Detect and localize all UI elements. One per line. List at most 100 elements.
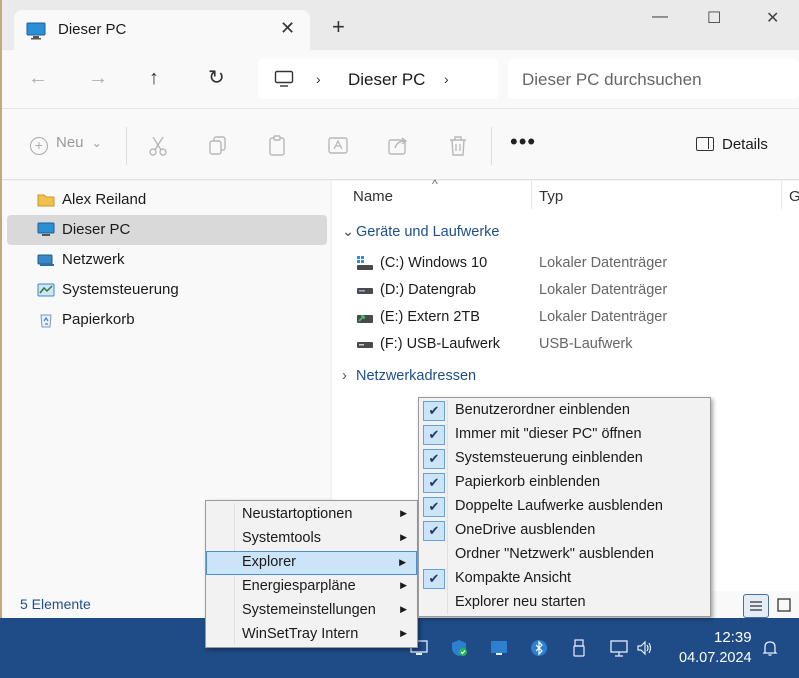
volume-icon[interactable] bbox=[636, 639, 654, 657]
menu-item-label: WinSetTray Intern bbox=[242, 626, 359, 642]
bluetooth-icon[interactable] bbox=[530, 639, 548, 657]
sidebar-item-systemsteuerung[interactable]: Systemsteuerung bbox=[7, 275, 327, 305]
new-button-label: Neu bbox=[56, 134, 84, 151]
command-bar: + Neu ⌄ ••• Details bbox=[2, 108, 799, 180]
menu-item-label: Systemsteuerung einblenden bbox=[455, 450, 643, 466]
sidebar-item-dieser-pc[interactable]: Dieser PC bbox=[7, 215, 327, 245]
address-bar[interactable]: › Dieser PC › bbox=[258, 59, 498, 99]
minimize-button[interactable]: — bbox=[652, 8, 668, 26]
control-panel-icon bbox=[37, 283, 55, 297]
submenu-arrow-icon: ▶ bbox=[400, 604, 407, 614]
tray-context-menu: Neustartoptionen ▶ Systemtools ▶ Explore… bbox=[205, 500, 418, 648]
copy-icon[interactable] bbox=[208, 135, 228, 157]
tab-dieser-pc[interactable]: Dieser PC ✕ bbox=[14, 10, 310, 50]
delete-icon[interactable] bbox=[448, 135, 468, 157]
menu-item-label: Benutzerordner einblenden bbox=[455, 402, 630, 418]
maximize-button[interactable]: ☐ bbox=[707, 8, 721, 28]
group-title: Netzwerkadressen bbox=[356, 368, 477, 384]
defender-shield-icon[interactable] bbox=[450, 639, 468, 657]
paste-icon[interactable] bbox=[268, 135, 288, 157]
list-item[interactable]: (C:) Windows 10 Lokaler Datenträger bbox=[356, 252, 796, 276]
more-options-button[interactable]: ••• bbox=[510, 129, 536, 155]
sidebar-item-alex-reiland[interactable]: Alex Reiland bbox=[7, 185, 327, 215]
list-item[interactable]: (E:) Extern 2TB Lokaler Datenträger bbox=[356, 306, 796, 330]
breadcrumb-chevron-icon[interactable]: › bbox=[444, 71, 449, 87]
details-view-button[interactable] bbox=[743, 594, 769, 618]
menu-item-systemsteuerung[interactable]: ✔ Systemsteuerung einblenden bbox=[419, 447, 710, 471]
chevron-down-icon: ⌄ bbox=[342, 224, 355, 240]
search-placeholder: Dieser PC durchsuchen bbox=[522, 70, 702, 89]
close-button[interactable]: ✕ bbox=[766, 8, 779, 28]
menu-item-winsettray-intern[interactable]: WinSetTray Intern ▶ bbox=[206, 623, 417, 647]
tiles-view-button[interactable] bbox=[772, 594, 798, 618]
sidebar-item-netzwerk[interactable]: Netzwerk bbox=[7, 245, 327, 275]
tab-close-icon[interactable]: ✕ bbox=[280, 18, 295, 39]
usb-eject-icon[interactable] bbox=[570, 639, 588, 657]
cut-icon[interactable] bbox=[148, 135, 168, 157]
menu-item-onedrive[interactable]: ✔ OneDrive ausblenden bbox=[419, 519, 710, 543]
refresh-button[interactable]: ↻ bbox=[208, 68, 225, 88]
list-item[interactable]: (F:) USB-Laufwerk USB-Laufwerk bbox=[356, 333, 796, 357]
column-header-groesse[interactable]: Gr bbox=[789, 188, 799, 205]
computer-icon bbox=[26, 22, 46, 40]
drive-type: USB-Laufwerk bbox=[539, 336, 633, 352]
column-header-name[interactable]: Name bbox=[353, 188, 393, 205]
checkmark-icon: ✔ bbox=[423, 569, 445, 589]
breadcrumb-dieser-pc[interactable]: Dieser PC bbox=[348, 70, 425, 90]
recycle-bin-icon bbox=[40, 314, 52, 328]
app-tray-icon[interactable] bbox=[490, 639, 508, 657]
toolbar-divider bbox=[126, 127, 127, 165]
new-tab-button[interactable]: + bbox=[332, 16, 345, 38]
submenu-arrow-icon: ▶ bbox=[400, 580, 407, 590]
tab-title: Dieser PC bbox=[58, 21, 127, 38]
submenu-arrow-icon: ▶ bbox=[400, 532, 407, 542]
group-header-network[interactable]: › Netzwerkadressen bbox=[342, 368, 476, 384]
menu-item-energiesparplaene[interactable]: Energiesparpläne ▶ bbox=[206, 575, 417, 599]
toolbar-divider bbox=[491, 127, 492, 165]
menu-item-explorer[interactable]: Explorer ▶ bbox=[206, 551, 417, 575]
share-icon[interactable] bbox=[388, 135, 410, 157]
column-divider[interactable] bbox=[781, 181, 782, 209]
details-pane-button[interactable]: Details bbox=[696, 136, 768, 153]
breadcrumb-chevron-icon[interactable]: › bbox=[316, 71, 321, 87]
back-button[interactable]: ← bbox=[28, 68, 48, 88]
plus-circle-icon: + bbox=[30, 137, 48, 155]
submenu-arrow-icon: ▶ bbox=[400, 508, 407, 518]
up-button[interactable]: ↑ bbox=[149, 68, 159, 88]
notification-bell-icon[interactable] bbox=[761, 639, 779, 657]
checkmark-icon: ✔ bbox=[423, 473, 445, 493]
external-drive-icon bbox=[357, 315, 373, 323]
search-box[interactable]: Dieser PC durchsuchen bbox=[508, 59, 799, 99]
sidebar-item-papierkorb[interactable]: Papierkorb bbox=[7, 305, 327, 335]
menu-item-benutzerordner[interactable]: ✔ Benutzerordner einblenden bbox=[419, 399, 710, 423]
column-header-typ[interactable]: Typ bbox=[539, 188, 563, 205]
new-button[interactable]: + Neu ⌄ bbox=[30, 134, 102, 155]
drive-name: (C:) Windows 10 bbox=[380, 255, 488, 271]
computer-outline-icon bbox=[274, 70, 294, 87]
group-header-drives[interactable]: ⌄ Geräte und Laufwerke bbox=[342, 224, 499, 240]
drive-name: (E:) Extern 2TB bbox=[380, 309, 480, 325]
menu-item-kompakte-ansicht[interactable]: ✔ Kompakte Ansicht bbox=[419, 567, 710, 591]
network-icon bbox=[37, 254, 54, 266]
menu-item-papierkorb[interactable]: ✔ Papierkorb einblenden bbox=[419, 471, 710, 495]
menu-item-explorer-neu-starten[interactable]: Explorer neu starten bbox=[419, 591, 710, 615]
list-item[interactable]: (D:) Datengrab Lokaler Datenträger bbox=[356, 279, 796, 303]
menu-item-immer-dieser-pc[interactable]: ✔ Immer mit "dieser PC" öffnen bbox=[419, 423, 710, 447]
clock-date[interactable]: 04.07.2024 bbox=[679, 650, 752, 666]
menu-item-systemtools[interactable]: Systemtools ▶ bbox=[206, 527, 417, 551]
details-label: Details bbox=[722, 136, 768, 153]
menu-item-neustartoptionen[interactable]: Neustartoptionen ▶ bbox=[206, 503, 417, 527]
forward-button[interactable]: → bbox=[88, 68, 108, 88]
menu-item-label: Explorer bbox=[242, 554, 296, 570]
menu-item-doppelte-laufwerke[interactable]: ✔ Doppelte Laufwerke ausblenden bbox=[419, 495, 710, 519]
checkmark-icon: ✔ bbox=[423, 521, 445, 541]
menu-item-ordner-netzwerk[interactable]: Ordner "Netzwerk" ausblenden bbox=[419, 543, 710, 567]
clock-time[interactable]: 12:39 bbox=[714, 629, 752, 646]
drive-type: Lokaler Datenträger bbox=[539, 282, 668, 298]
windows-drive-icon bbox=[357, 256, 373, 270]
column-divider[interactable] bbox=[531, 181, 532, 209]
network-tray-icon[interactable] bbox=[610, 639, 628, 657]
menu-item-systemeinstellungen[interactable]: Systemeinstellungen ▶ bbox=[206, 599, 417, 623]
rename-icon[interactable] bbox=[328, 135, 350, 157]
sidebar-item-label: Alex Reiland bbox=[62, 191, 147, 208]
